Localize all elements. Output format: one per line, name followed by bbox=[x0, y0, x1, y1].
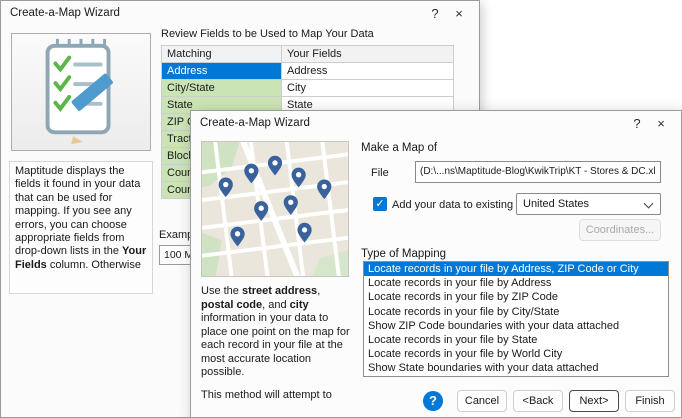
method-text: Use the bbox=[201, 285, 242, 297]
method-text: , bbox=[317, 285, 320, 297]
list-item[interactable]: Locate records in your file by Address bbox=[364, 276, 668, 290]
close-icon[interactable]: × bbox=[649, 116, 673, 131]
example-label: Examp bbox=[159, 229, 193, 241]
dialog-title: Create-a-Map Wizard bbox=[200, 117, 625, 129]
column-header-matching: Matching bbox=[162, 46, 282, 63]
column-header-your-fields: Your Fields bbox=[282, 46, 454, 63]
info-text: Maptitude displays the fields it found i… bbox=[15, 165, 140, 257]
list-item[interactable]: Locate records in your file by ZIP Code bbox=[364, 290, 668, 304]
notebook-pencil-icon bbox=[12, 34, 150, 150]
matching-cell[interactable]: City/State bbox=[162, 80, 282, 97]
method-more-text: This method will attempt to bbox=[201, 389, 353, 403]
next-button[interactable]: Next> bbox=[569, 390, 619, 412]
your-field-cell[interactable]: City bbox=[282, 80, 454, 97]
finish-button[interactable]: Finish bbox=[625, 390, 675, 412]
wizard-notebook-illustration bbox=[11, 33, 151, 151]
add-to-existing-map-checkbox[interactable]: ✓ bbox=[373, 197, 387, 211]
help-icon[interactable]: ? bbox=[625, 116, 649, 131]
matching-cell[interactable]: Address bbox=[162, 63, 282, 80]
list-item[interactable]: Locate records in your file by World Cit… bbox=[364, 347, 668, 361]
close-icon[interactable]: × bbox=[447, 6, 471, 21]
table-row[interactable]: City/State City bbox=[162, 80, 454, 97]
table-row[interactable]: Address Address bbox=[162, 63, 454, 80]
info-text: column. Otherwise bbox=[47, 259, 141, 271]
title-bar: Create-a-Map Wizard ? × bbox=[1, 1, 479, 25]
list-item[interactable]: Locate records in your file by State bbox=[364, 333, 668, 347]
list-item[interactable]: Locate records in your file by City/Stat… bbox=[364, 305, 668, 319]
create-a-map-wizard-dialog: Create-a-Map Wizard ? × bbox=[190, 110, 682, 418]
make-a-map-of-heading: Make a Map of bbox=[361, 142, 437, 154]
method-text: information in your data to place one po… bbox=[201, 312, 350, 378]
wizard-info-panel: Maptitude displays the fields it found i… bbox=[9, 161, 153, 294]
list-item[interactable]: Show ZIP Code boundaries with your data … bbox=[364, 319, 668, 333]
list-item[interactable]: Show State boundaries with your data att… bbox=[364, 361, 668, 375]
help-icon[interactable]: ? bbox=[423, 6, 447, 21]
type-of-mapping-heading: Type of Mapping bbox=[361, 248, 446, 260]
method-text: , and bbox=[262, 299, 290, 311]
existing-map-value: United States bbox=[517, 194, 660, 214]
method-text-bold: city bbox=[290, 299, 309, 311]
help-button[interactable]: ? bbox=[423, 391, 443, 411]
title-bar: Create-a-Map Wizard ? × bbox=[191, 111, 681, 135]
map-preview bbox=[201, 141, 349, 277]
file-path-input[interactable]: (D:\...ns\Maptitude-Blog\KwikTrip\KT - S… bbox=[415, 161, 661, 183]
mapping-method-description: Use the street address, postal code, and… bbox=[201, 285, 353, 402]
file-label: File bbox=[371, 167, 389, 179]
coordinates-button[interactable]: Coordinates... bbox=[579, 219, 661, 241]
your-field-cell[interactable]: Address bbox=[282, 63, 454, 80]
method-text-bold: street address bbox=[242, 285, 317, 297]
review-fields-heading: Review Fields to be Used to Map Your Dat… bbox=[161, 28, 374, 40]
back-button[interactable]: <Back bbox=[513, 390, 563, 412]
table-header-row: Matching Your Fields bbox=[162, 46, 454, 63]
map-thumbnail bbox=[202, 142, 348, 276]
method-paragraph: Use the street address, postal code, and… bbox=[201, 285, 353, 380]
cancel-button[interactable]: Cancel bbox=[457, 390, 507, 412]
list-item[interactable]: Locate records in your file by Address, … bbox=[364, 262, 668, 276]
existing-map-dropdown[interactable]: United States bbox=[516, 193, 661, 215]
method-text-bold: postal code bbox=[201, 299, 262, 311]
dialog-title: Create-a-Map Wizard bbox=[10, 7, 423, 19]
mapping-type-list: Locate records in your file by Address, … bbox=[363, 261, 669, 377]
